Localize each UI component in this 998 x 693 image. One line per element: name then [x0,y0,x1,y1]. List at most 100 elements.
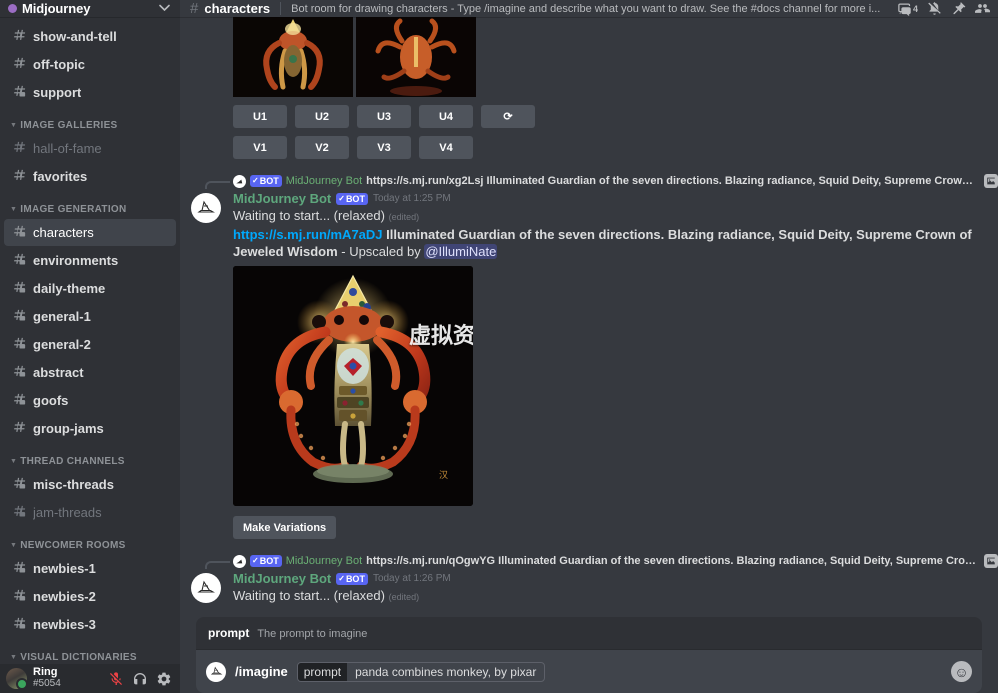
main-panel: # characters Bot room for drawing charac… [180,0,998,693]
reply-text: https://s.mj.run/xg2Lsj Illuminated Guar… [366,175,976,187]
members-icon[interactable] [975,1,990,16]
variation-button-row[interactable]: V1 V2 V3 V4 [233,136,998,159]
grid-image-cell[interactable] [233,17,353,97]
option-value[interactable]: panda combines monkey, by pixar [347,663,544,681]
sidebar-item-newbies-2[interactable]: newbies-2 [4,583,176,610]
hash-thread-icon [10,336,28,354]
sidebar-item-misc-threads[interactable]: misc-threads [4,471,176,498]
sidebar-item-label: characters [33,225,94,240]
make-variations-button[interactable]: Make Variations [233,516,337,539]
message-status-line: Waiting to start... (relaxed) (edited) [233,587,998,606]
reply-author[interactable]: MidJourney Bot [286,555,362,567]
sidebar-item-jam-threads[interactable]: jam-threads [4,499,176,526]
avatar[interactable] [6,668,28,690]
message-header: MidJourney Bot ✓ BOT Today at 1:26 PM [233,571,998,587]
gear-icon[interactable] [156,671,172,687]
sidebar-item-newbies-3[interactable]: newbies-3 [4,611,176,638]
bot-badge: ✓ BOT [336,573,368,585]
user-identity[interactable]: Ring #5054 [33,667,102,689]
threads-count: 4 [912,3,918,14]
channel-category-newcomer-rooms[interactable]: ▼ NEWCOMER ROOMS [0,527,180,555]
slash-command-name: /imagine [235,664,288,679]
category-label: IMAGE GALLERIES [20,120,118,131]
bot-badge: ✓ BOT [336,193,368,205]
sidebar-item-label: general-2 [33,337,91,352]
server-avatar [8,4,17,13]
generated-image-grid[interactable] [233,17,998,97]
sidebar-item-group-jams[interactable]: group-jams [4,415,176,442]
hash-thread-icon [10,308,28,326]
sidebar-item-label: goofs [33,393,69,408]
slash-command-hint: prompt The prompt to imagine [196,617,982,650]
message: MidJourney Bot ✓ BOT Today at 1:25 PM Wai… [180,191,998,539]
upscale-button-u3[interactable]: U3 [357,105,411,128]
message-input[interactable]: /imagine prompt panda combines monkey, b… [196,650,982,693]
bell-slash-icon[interactable] [927,1,942,16]
sidebar-item-general-2[interactable]: general-2 [4,331,176,358]
sidebar-item-newbies-1[interactable]: newbies-1 [4,555,176,582]
avatar[interactable] [191,193,221,223]
variation-button-v3[interactable]: V3 [357,136,411,159]
channel-category-visual-dictionaries[interactable]: ▼ VISUAL DICTIONARIES [0,639,180,664]
channel-category-thread-channels[interactable]: ▼ THREAD CHANNELS [0,443,180,471]
upscale-button-u1[interactable]: U1 [233,105,287,128]
grid-image-cell[interactable] [356,17,476,97]
upscaled-by-label: - Upscaled by [337,244,425,259]
message-author[interactable]: MidJourney Bot [233,191,331,207]
sidebar-item-show-and-tell[interactable]: show-and-tell [4,23,176,50]
channel-title: characters [204,1,271,16]
sidebar-item-label: show-and-tell [33,29,117,44]
avatar[interactable] [191,573,221,603]
chevron-down-icon: ▼ [10,654,18,661]
user-discriminator: #5054 [33,678,61,690]
message-author[interactable]: MidJourney Bot [233,571,331,587]
channel-list[interactable]: show-and-tell off-topic support ▼ IMAGE GALL… [0,17,180,664]
channel-category-image-generation[interactable]: ▼ IMAGE GENERATION [0,191,180,219]
sidebar-item-label: daily-theme [33,281,106,296]
message-reply-reference[interactable]: ✓ BOT MidJourney Bot https://s.mj.run/qOg… [180,553,998,569]
chevron-down-icon[interactable] [159,4,170,13]
sidebar-item-goofs[interactable]: goofs [4,387,176,414]
sidebar-item-characters[interactable]: characters [4,219,176,246]
message-group: ✓ BOT MidJourney Bot https://s.mj.run/qOg… [180,553,998,606]
message-content: MidJourney Bot ✓ BOT Today at 1:25 PM Wai… [233,191,998,539]
hash-thread-icon [10,392,28,410]
server-header[interactable]: Midjourney [0,0,180,17]
sidebar-item-daily-theme[interactable]: daily-theme [4,275,176,302]
upscale-button-row[interactable]: U1 U2 U3 U4 ⟳ [233,105,998,128]
variation-button-v4[interactable]: V4 [419,136,473,159]
variation-button-v2[interactable]: V2 [295,136,349,159]
channel-topbar: # characters Bot room for drawing charac… [180,0,998,17]
sidebar-item-abstract[interactable]: abstract [4,359,176,386]
generated-image[interactable]: 汉 虚拟资源网 [233,266,473,506]
sidebar-item-hall-of-fame[interactable]: hall-of-fame [4,135,176,162]
message-list[interactable]: U1 U2 U3 U4 ⟳ V1 V2 V3 V4 ✓ BOT MidJourney Bot h… [180,17,998,617]
microphone-muted-icon[interactable] [108,671,124,687]
upscale-button-u4[interactable]: U4 [419,105,473,128]
reroll-button[interactable]: ⟳ [481,105,535,128]
sidebar-item-label: favorites [33,169,88,184]
pin-icon[interactable] [951,1,966,16]
command-option-pill[interactable]: prompt panda combines monkey, by pixar [296,661,546,682]
upscale-button-u2[interactable]: U2 [295,105,349,128]
headphones-icon[interactable] [132,671,148,687]
sidebar-item-label: hall-of-fame [33,141,102,156]
sidebar-item-general-1[interactable]: general-1 [4,303,176,330]
user-mention[interactable]: @IllumiNate [424,244,498,259]
reply-author[interactable]: MidJourney Bot [286,175,362,187]
make-variations-row[interactable]: Make Variations [233,516,998,539]
hash-thread-icon [10,364,28,382]
emoji-icon[interactable]: ☺ [951,661,972,682]
message-reply-reference[interactable]: ✓ BOT MidJourney Bot https://s.mj.run/xg2… [180,173,998,189]
avatar [233,174,246,188]
threads-icon[interactable]: 4 [897,1,918,16]
sidebar-item-off-topic[interactable]: off-topic [4,51,176,78]
sidebar-item-environments[interactable]: environments [4,247,176,274]
channel-sidebar: Midjourney show-and-tell off-topic support… [0,0,180,693]
channel-category-image-galleries[interactable]: ▼ IMAGE GALLERIES [0,107,180,135]
job-link[interactable]: https://s.mj.run/mA7aDJ [233,227,383,242]
sidebar-item-favorites[interactable]: favorites [4,163,176,190]
sidebar-item-support[interactable]: support [4,79,176,106]
sidebar-item-label: group-jams [33,421,104,436]
variation-button-v1[interactable]: V1 [233,136,287,159]
